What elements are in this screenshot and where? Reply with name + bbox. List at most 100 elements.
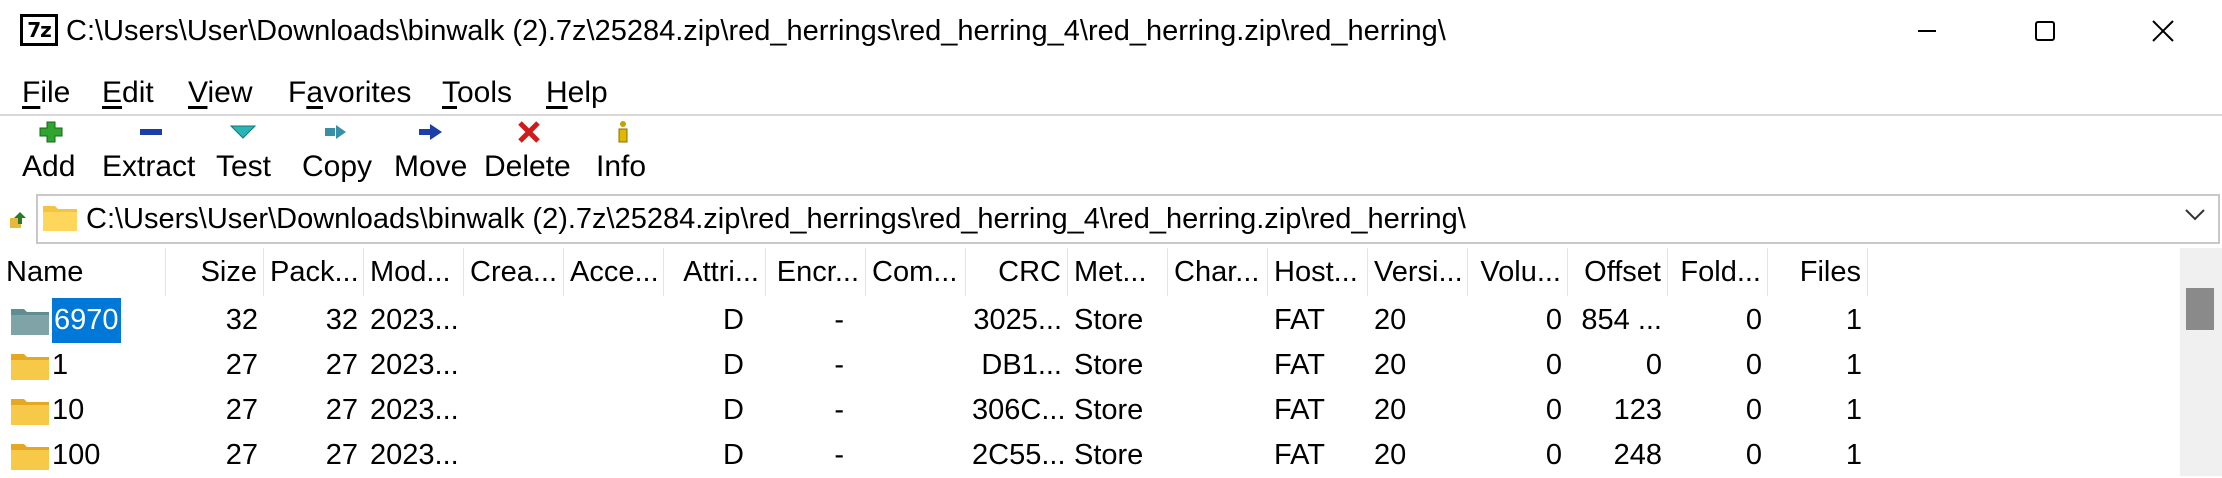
scrollbar-thumb[interactable]	[2186, 288, 2214, 330]
cell-method: Store	[1074, 349, 1144, 381]
cell-volume: 0	[1545, 394, 1562, 426]
cell-name: 1	[0, 343, 166, 388]
cell-offset: 0	[1645, 349, 1662, 381]
table-row[interactable]: 10 27 27 2023... D - 306C... Store FAT 2…	[0, 388, 2180, 433]
move-button[interactable]: Move	[392, 116, 472, 190]
toolbar: Add Extract Test Copy Move Delete Info	[0, 116, 2222, 190]
folder-icon	[43, 206, 77, 231]
file-list: Name Size Pack... Mod... Crea... Acce...…	[0, 248, 2222, 476]
delete-button[interactable]: Delete	[482, 116, 572, 190]
cell-encrypted: -	[834, 349, 844, 381]
table-row[interactable]: 100 27 27 2023... D - 2C55... Store FAT …	[0, 433, 2180, 478]
cell-accessed	[564, 388, 664, 433]
table-row[interactable]: 6970 32 32 2023... D - 3025... Store FAT…	[0, 298, 2180, 343]
7zip-app-icon[interactable]: 7z	[20, 14, 58, 46]
column-header-method[interactable]: Met...	[1068, 248, 1168, 296]
column-header-name[interactable]: Name	[0, 248, 166, 296]
copy-label: Copy	[302, 150, 373, 183]
cell-host-os: FAT	[1274, 394, 1326, 426]
address-bar: C:\Users\User\Downloads\binwalk (2).7z\2…	[0, 192, 2222, 248]
cell-attributes: D	[723, 304, 744, 336]
column-header-crc[interactable]: CRC	[966, 248, 1068, 296]
cell-crc: 2C55...	[972, 439, 1066, 471]
cell-comment	[866, 343, 966, 388]
column-header-host-os[interactable]: Host...	[1268, 248, 1368, 296]
cell-volume: 0	[1545, 439, 1562, 471]
delete-icon	[518, 121, 540, 143]
cell-method: Store	[1074, 439, 1144, 471]
test-button[interactable]: Test	[214, 116, 278, 190]
column-header-offset[interactable]: Offset	[1568, 248, 1668, 296]
add-button[interactable]: Add	[20, 116, 84, 190]
menu-edit[interactable]: Edit	[102, 74, 154, 112]
cell-host-os: FAT	[1274, 304, 1326, 336]
cell-attributes: D	[723, 439, 744, 471]
cell-volume: 0	[1545, 304, 1562, 336]
maximize-button[interactable]	[1986, 0, 2104, 62]
chevron-down-icon[interactable]	[2184, 208, 2206, 222]
minimize-button-left[interactable]	[1868, 0, 1986, 62]
menu-view[interactable]: View	[188, 74, 252, 112]
cell-offset: 123	[1613, 394, 1662, 426]
table-row[interactable]: 1 27 27 2023... D - DB1... Store FAT 20 …	[0, 343, 2180, 388]
cell-characteristics	[1168, 343, 1268, 388]
cell-offset: 854 ...	[1581, 304, 1662, 336]
cell-folders: 0	[1745, 304, 1762, 336]
menu-help[interactable]: Help	[546, 74, 608, 112]
extract-icon	[140, 129, 162, 135]
cell-name: 6970	[0, 298, 166, 343]
menu-tools[interactable]: Tools	[442, 74, 512, 112]
cell-size: 27	[225, 349, 258, 381]
maximize-icon	[2035, 21, 2055, 41]
column-header-comment[interactable]: Com...	[866, 248, 966, 296]
address-path: C:\Users\User\Downloads\binwalk (2).7z\2…	[86, 203, 1466, 235]
cell-packed: 27	[325, 439, 358, 471]
close-icon	[2152, 20, 2174, 42]
cell-files: 1	[1845, 349, 1862, 381]
column-header-version[interactable]: Versi...	[1368, 248, 1468, 296]
minimize-icon	[1918, 30, 1936, 32]
cell-files: 1	[1845, 439, 1862, 471]
cell-characteristics	[1168, 298, 1268, 343]
copy-button[interactable]: Copy	[300, 116, 376, 190]
column-header-created[interactable]: Crea...	[464, 248, 564, 296]
column-header-encrypted[interactable]: Encr...	[766, 248, 866, 296]
menu-file[interactable]: File	[22, 74, 70, 112]
info-icon	[618, 121, 628, 143]
cell-host-os: FAT	[1274, 439, 1326, 471]
extract-button[interactable]: Extract	[100, 116, 200, 190]
menu-favorites[interactable]: Favorites	[288, 74, 411, 112]
test-icon	[229, 125, 257, 139]
column-header-size[interactable]: Size	[166, 248, 264, 296]
info-button[interactable]: Info	[594, 116, 654, 190]
cell-name: 10	[0, 388, 166, 433]
add-label: Add	[22, 150, 76, 183]
cell-accessed	[564, 343, 664, 388]
window-title: C:\Users\User\Downloads\binwalk (2).7z\2…	[66, 15, 1446, 47]
column-header-files[interactable]: Files	[1768, 248, 1868, 296]
cell-characteristics	[1168, 388, 1268, 433]
column-header-volume[interactable]: Volu...	[1468, 248, 1568, 296]
address-field[interactable]: C:\Users\User\Downloads\binwalk (2).7z\2…	[36, 194, 2220, 244]
cell-name: 100	[0, 433, 166, 478]
cell-offset: 248	[1613, 439, 1662, 471]
cell-packed: 27	[325, 349, 358, 381]
up-folder-icon[interactable]	[6, 208, 30, 232]
vertical-scrollbar[interactable]	[2180, 248, 2222, 476]
close-button[interactable]	[2104, 0, 2222, 62]
cell-modified: 2023...	[370, 304, 459, 336]
column-header-accessed[interactable]: Acce...	[564, 248, 664, 296]
cell-modified: 2023...	[370, 439, 459, 471]
cell-version: 20	[1374, 349, 1407, 381]
column-header-characteristics[interactable]: Char...	[1168, 248, 1268, 296]
cell-version: 20	[1374, 394, 1407, 426]
column-header-attributes[interactable]: Attri...	[664, 248, 766, 296]
extract-label: Extract	[102, 150, 196, 183]
column-header-packed[interactable]: Pack...	[264, 248, 364, 296]
cell-size: 27	[225, 439, 258, 471]
column-header-modified[interactable]: Mod...	[364, 248, 464, 296]
cell-folders: 0	[1745, 349, 1762, 381]
column-header-folders[interactable]: Fold...	[1668, 248, 1768, 296]
cell-accessed	[564, 433, 664, 478]
cell-files: 1	[1845, 394, 1862, 426]
